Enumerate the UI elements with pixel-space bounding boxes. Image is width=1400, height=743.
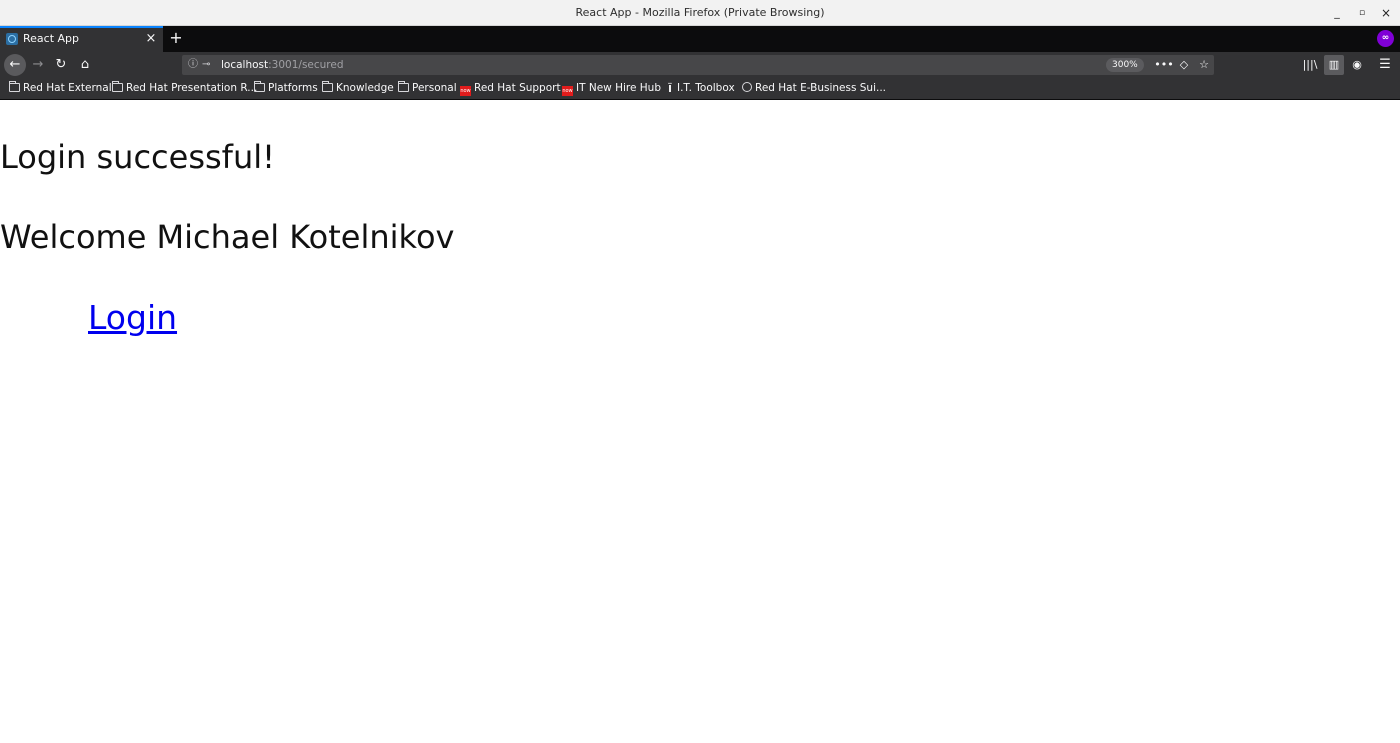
folder-icon [9,81,20,92]
login-link[interactable]: Login [88,298,177,337]
pocket-icon[interactable]: ◇ [1174,55,1194,75]
window-title: React App - Mozilla Firefox (Private Bro… [575,6,825,19]
now-icon: now [460,86,471,96]
page-title: Login successful! [0,138,275,176]
folder-icon [254,81,265,92]
it-toolbox-icon: Ï [668,84,672,95]
window-titlebar: React App - Mozilla Firefox (Private Bro… [0,0,1400,26]
hamburger-menu-icon[interactable]: ☰ [1375,55,1395,75]
forward-button[interactable]: → [27,54,49,76]
nav-toolbar: ← → ↻ ⌂ ⓘ ⊸ localhost:3001/secured 300% … [0,52,1400,78]
link-list: Login [88,297,177,339]
bookmark-label: Red Hat Support [474,82,561,94]
folder-icon [112,81,123,92]
url-text[interactable]: localhost:3001/secured [221,55,344,75]
site-info-icon[interactable]: ⓘ [188,55,198,75]
folder-icon [322,81,333,92]
react-favicon-icon [6,33,18,45]
bookmark-label: Red Hat E-Business Sui... [755,82,887,94]
library-icon[interactable]: |||\ [1300,55,1320,75]
tab-close-icon[interactable]: × [143,28,159,50]
bookmark-label: Personal [412,82,457,94]
sidebar-icon[interactable]: ▥ [1324,55,1344,75]
page-actions: ••• ◇ ☆ [1154,55,1214,75]
url-bar[interactable]: ⓘ ⊸ localhost:3001/secured 300% ••• ◇ ☆ [182,55,1214,75]
bookmark-red-hat-support[interactable]: now Red Hat Support [460,78,561,99]
back-button[interactable]: ← [4,54,26,76]
reload-button[interactable]: ↻ [50,54,72,76]
bookmark-red-hat-external[interactable]: Red Hat External [9,78,112,99]
folder-icon [398,81,409,92]
welcome-heading: Welcome Michael Kotelnikov [0,218,455,256]
bookmark-it-new-hire-hub[interactable]: now IT New Hire Hub [562,78,661,99]
globe-icon [742,82,752,92]
private-browsing-icon: ∞ [1377,30,1394,47]
bookmark-knowledge[interactable]: Knowledge [322,78,394,99]
bookmark-platforms[interactable]: Platforms [254,78,318,99]
window-close-button[interactable]: × [1375,0,1397,26]
new-tab-button[interactable]: + [168,26,184,50]
tab-strip: React App × + ∞ [0,26,1400,52]
bookmark-red-hat-presentation[interactable]: Red Hat Presentation R... [112,78,257,99]
tab-react-app[interactable]: React App × [0,26,163,52]
bookmark-label: Red Hat Presentation R... [126,82,258,94]
bookmarks-bar: Red Hat External Red Hat Presentation R.… [0,78,1400,100]
bookmark-personal[interactable]: Personal [398,78,457,99]
tab-title: React App [23,32,80,45]
maximize-button[interactable]: ▫ [1351,0,1373,26]
bookmark-label: Red Hat External [23,82,112,94]
more-actions-icon[interactable]: ••• [1154,55,1174,75]
url-host: localhost [221,59,269,71]
bookmark-label: IT New Hire Hub [576,82,661,94]
home-button[interactable]: ⌂ [74,54,96,76]
now-icon: now [562,86,573,96]
url-path: :3001/secured [268,59,344,71]
bookmark-label: Knowledge [336,82,394,94]
account-icon[interactable]: ◉ [1347,55,1367,75]
bookmark-it-toolbox[interactable]: Ï I.T. Toolbox [666,78,735,99]
list-item: Login [88,297,177,339]
minimize-button[interactable]: _ [1326,0,1348,26]
page-content: Login successful! Welcome Michael Koteln… [0,100,1400,743]
bookmark-red-hat-e-business[interactable]: Red Hat E-Business Sui... [742,78,886,99]
bookmark-star-icon[interactable]: ☆ [1194,55,1214,75]
bookmark-label: Platforms [268,82,318,94]
bookmark-label: I.T. Toolbox [677,82,735,94]
key-icon[interactable]: ⊸ [202,55,210,75]
zoom-level-button[interactable]: 300% [1106,58,1144,72]
